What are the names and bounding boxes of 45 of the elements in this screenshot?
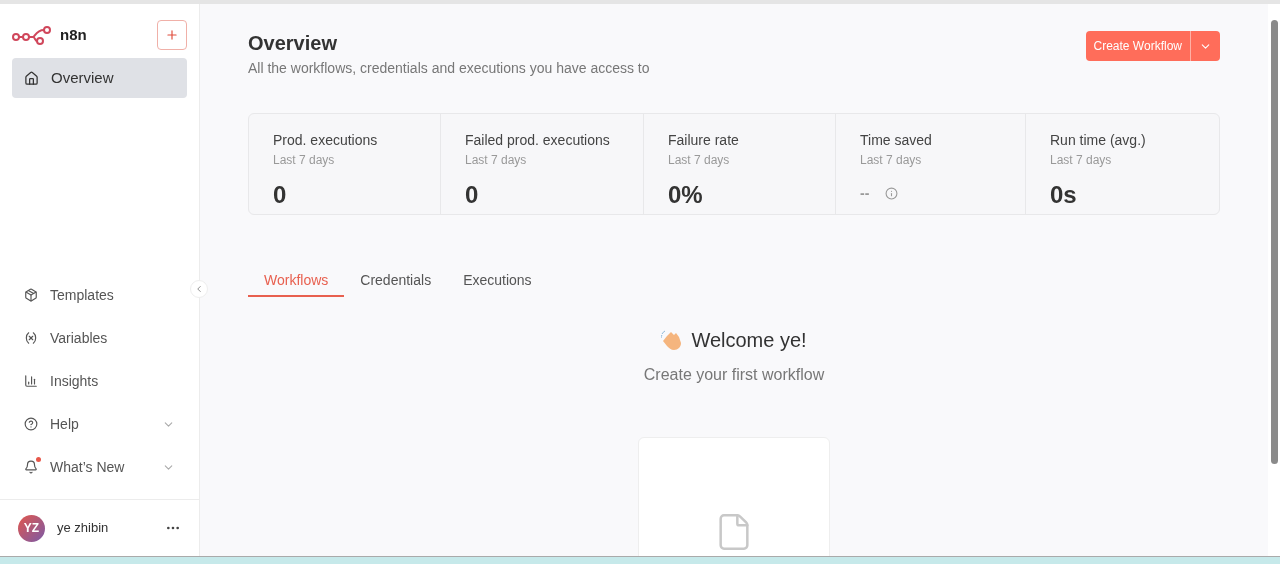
stat-label: Run time (avg.) — [1050, 131, 1147, 150]
waving-hand-icon — [661, 330, 684, 350]
info-icon[interactable] — [885, 186, 899, 200]
stat-value: 0 — [465, 180, 479, 210]
user-name: ye zhibin — [57, 519, 109, 538]
welcome-title: Welcome ye! — [691, 328, 807, 353]
stat-value: 0s — [1050, 180, 1077, 210]
stat-value: -- — [860, 183, 870, 203]
stat-period: Last 7 days — [668, 152, 731, 169]
sidebar-item[interactable]: What’s New — [12, 447, 187, 487]
templates-icon — [24, 288, 38, 302]
tab[interactable]: Credentials — [344, 265, 448, 297]
welcome-subtitle: Create your first workflow — [643, 365, 825, 385]
stat-value: 0 — [273, 180, 287, 210]
stat-value: 0% — [668, 180, 703, 210]
stat-period: Last 7 days — [273, 152, 336, 169]
stat-label: Failed prod. executions — [465, 131, 611, 150]
sidebar-item[interactable]: Templates — [12, 275, 187, 315]
stat-label: Failure rate — [668, 131, 740, 150]
tab[interactable]: Executions — [447, 265, 548, 297]
logo-icon — [12, 25, 52, 45]
stat-period: Last 7 days — [1050, 152, 1113, 169]
news-icon — [24, 460, 38, 474]
insights-icon — [24, 374, 38, 388]
page-title: Overview — [248, 31, 338, 56]
page-subtitle: All the workflows, credentials and executions you have access to — [248, 59, 650, 78]
sidebar-item[interactable]: Variables — [12, 318, 187, 358]
variables-icon — [24, 331, 38, 345]
sidebar-item[interactable]: Help — [12, 404, 187, 444]
sidebar-item[interactable]: Overview — [12, 58, 187, 98]
user-avatar: YZ — [18, 514, 45, 542]
stat-period: Last 7 days — [465, 152, 528, 169]
collapse-button[interactable] — [190, 280, 208, 298]
help-icon — [24, 417, 38, 431]
chevron-left-icon — [194, 284, 204, 294]
stat-label: Time saved — [860, 131, 933, 150]
sidebar-item[interactable]: Insights — [12, 361, 187, 401]
scrollbar-thumb[interactable] — [1270, 20, 1278, 464]
add-button[interactable] — [157, 20, 187, 50]
brand-name: n8n — [60, 24, 87, 45]
stat-period: Last 7 days — [860, 152, 923, 169]
stat-label: Prod. executions — [273, 131, 379, 150]
home-icon — [24, 70, 39, 86]
plus-icon — [165, 28, 179, 42]
new-workflow-card[interactable] — [638, 437, 830, 556]
